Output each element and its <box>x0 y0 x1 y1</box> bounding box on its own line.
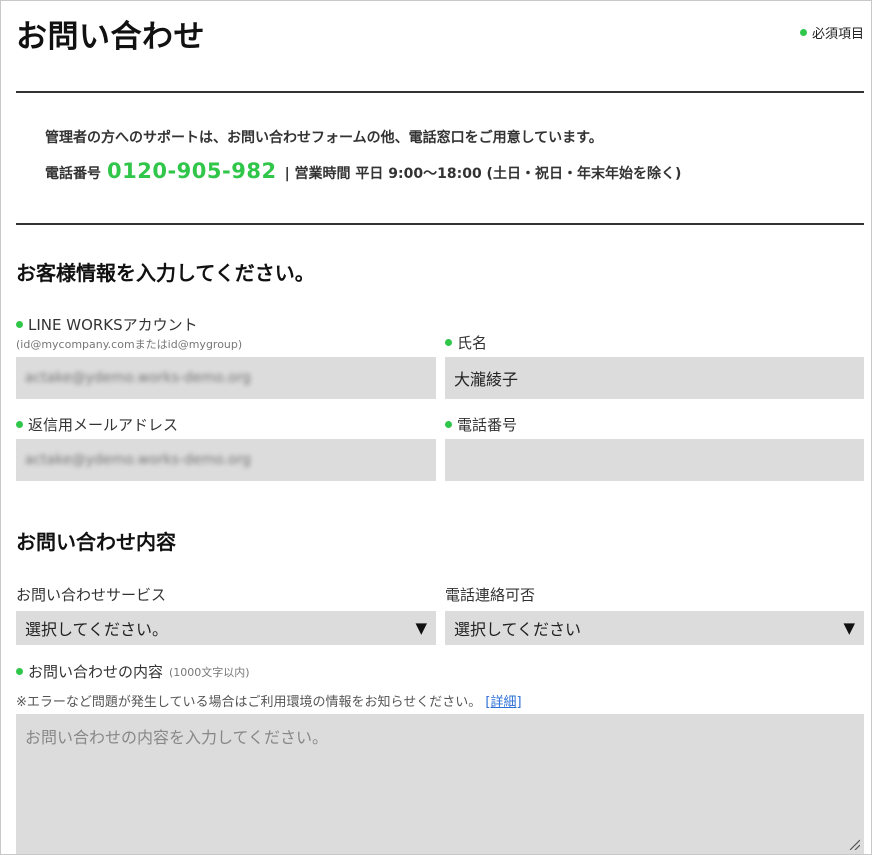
support-phone-label: 電話番号 <box>45 166 101 182</box>
divider-middle <box>16 223 864 225</box>
contact-form-page: お問い合わせ 必須項目 管理者の方へのサポートは、お問い合わせフォームの他、電話… <box>0 0 872 855</box>
support-phone-number: 0120-905-982 <box>107 159 277 183</box>
resize-grip-icon[interactable] <box>848 838 860 850</box>
reply-email-label-text: 返信用メールアドレス <box>28 416 179 434</box>
customer-section-title: お客様情報を入力してください。 <box>16 261 315 285</box>
dropdown-arrow-icon: ▼ <box>843 619 855 637</box>
required-dot-icon <box>16 421 23 428</box>
service-selected-value: 選択してください。 <box>25 620 169 639</box>
support-hours: | 営業時間 平日 9:00〜18:00 (土日・祝日・年末年始を除く) <box>284 166 682 182</box>
inquiry-section-title: お問い合わせ内容 <box>16 530 176 554</box>
contact-label: 電話連絡可否 <box>445 586 536 604</box>
content-label: お問い合わせの内容 (1000文字以内) <box>16 661 250 682</box>
lineworks-account-input[interactable]: actake@ydemo.works-demo.org <box>16 357 436 399</box>
required-legend-text: 必須項目 <box>811 27 864 42</box>
reply-email-input[interactable]: actake@ydemo.works-demo.org <box>16 439 436 481</box>
support-phone-line: 電話番号 0120-905-982 | 営業時間 平日 9:00〜18:00 (… <box>45 159 681 183</box>
name-input[interactable]: 大瀧綾子 <box>445 357 864 399</box>
phone-label: 電話番号 <box>445 414 517 435</box>
lineworks-label: LINE WORKSアカウント <box>16 314 198 335</box>
content-limit: (1000文字以内) <box>169 665 250 679</box>
lineworks-hint: (id@mycompany.comまたはid@mygroup) <box>16 338 243 351</box>
page-title: お問い合わせ <box>16 19 205 55</box>
name-label-text: 氏名 <box>457 334 488 352</box>
details-link[interactable]: [詳細] <box>485 695 521 710</box>
environment-note-text: ※エラーなど問題が発生している場合はご利用環境の情報をお知らせください。 <box>16 695 482 710</box>
content-label-text: お問い合わせの内容 <box>28 663 164 681</box>
required-dot-icon <box>799 29 807 36</box>
divider-top <box>16 91 864 93</box>
name-label: 氏名 <box>445 332 487 353</box>
inquiry-content-textarea[interactable]: お問い合わせの内容を入力してください。 <box>16 714 864 854</box>
phone-input[interactable] <box>445 439 864 481</box>
required-dot-icon <box>16 321 23 328</box>
dropdown-arrow-icon: ▼ <box>415 619 427 637</box>
contact-selected-value: 選択してください <box>454 620 582 639</box>
contact-select[interactable]: 選択してください ▼ <box>445 611 864 645</box>
phone-label-text: 電話番号 <box>457 416 518 434</box>
environment-note: ※エラーなど問題が発生している場合はご利用環境の情報をお知らせください。 [詳細… <box>16 691 522 710</box>
required-legend: 必須項目 <box>799 23 864 42</box>
service-label: お問い合わせサービス <box>16 586 167 604</box>
required-dot-icon <box>16 668 23 675</box>
support-intro: 管理者の方へのサポートは、お問い合わせフォームの他、電話窓口をご用意しています。 <box>45 130 603 146</box>
name-value: 大瀧綾子 <box>454 370 519 389</box>
reply-email-label: 返信用メールアドレス <box>16 414 178 435</box>
reply-email-value: actake@ydemo.works-demo.org <box>25 452 251 468</box>
inquiry-content-placeholder: お問い合わせの内容を入力してください。 <box>25 728 329 747</box>
lineworks-account-value: actake@ydemo.works-demo.org <box>25 370 251 386</box>
required-dot-icon <box>445 421 452 428</box>
required-dot-icon <box>445 339 452 346</box>
service-select[interactable]: 選択してください。 ▼ <box>16 611 436 645</box>
lineworks-label-text: LINE WORKSアカウント <box>28 316 198 334</box>
